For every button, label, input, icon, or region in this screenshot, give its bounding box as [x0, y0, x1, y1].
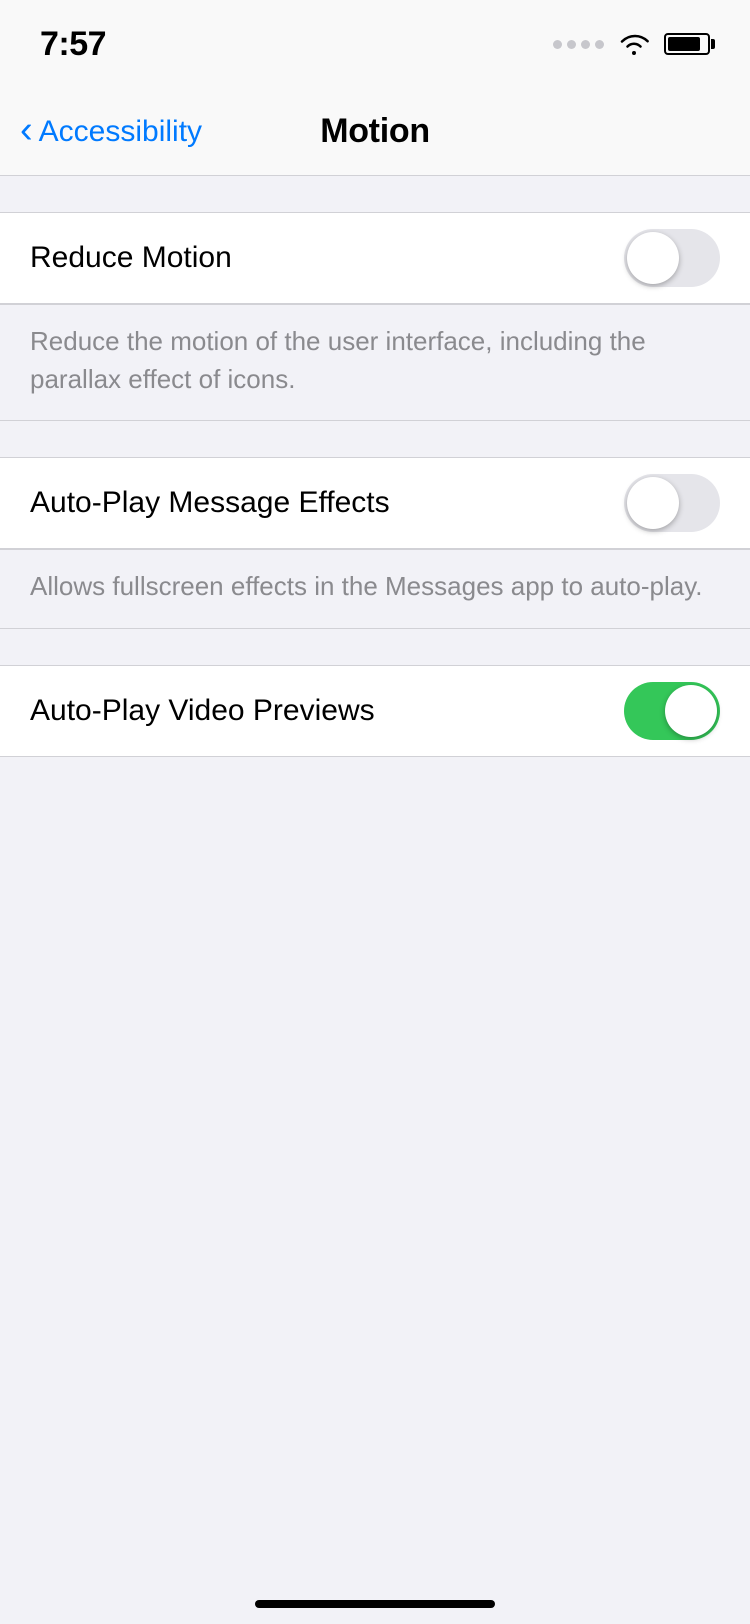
page-content: Reduce Motion Reduce the motion of the u…	[0, 176, 750, 1624]
battery-icon	[664, 33, 710, 55]
status-bar: 7:57	[0, 0, 750, 88]
page-title: Motion	[320, 112, 430, 151]
bottom-background	[0, 757, 750, 1557]
reduce-motion-group: Reduce Motion	[0, 212, 750, 304]
auto-play-video-row: Auto-Play Video Previews	[0, 666, 750, 756]
auto-play-video-group: Auto-Play Video Previews	[0, 665, 750, 757]
signal-icon	[553, 40, 604, 49]
reduce-motion-toggle[interactable]	[624, 229, 720, 287]
auto-play-message-label: Auto-Play Message Effects	[30, 486, 390, 520]
back-button[interactable]: ‹ Accessibility	[20, 114, 202, 149]
wifi-icon	[618, 32, 650, 56]
back-label: Accessibility	[39, 115, 202, 149]
reduce-motion-description-text: Reduce the motion of the user interface,…	[30, 326, 646, 394]
reduce-motion-description: Reduce the motion of the user interface,…	[0, 304, 750, 421]
auto-play-message-description-text: Allows fullscreen effects in the Message…	[30, 571, 703, 601]
section-spacer-1	[0, 176, 750, 212]
status-time: 7:57	[40, 25, 106, 64]
auto-play-video-toggle[interactable]	[624, 682, 720, 740]
reduce-motion-label: Reduce Motion	[30, 241, 232, 275]
section-spacer-3	[0, 629, 750, 665]
auto-play-message-toggle[interactable]	[624, 474, 720, 532]
home-indicator	[255, 1600, 495, 1608]
toggle-knob	[665, 685, 717, 737]
auto-play-video-label: Auto-Play Video Previews	[30, 694, 375, 728]
toggle-knob	[627, 232, 679, 284]
section-spacer-2	[0, 421, 750, 457]
toggle-knob	[627, 477, 679, 529]
nav-bar: ‹ Accessibility Motion	[0, 88, 750, 176]
auto-play-message-group: Auto-Play Message Effects	[0, 457, 750, 549]
auto-play-message-description: Allows fullscreen effects in the Message…	[0, 549, 750, 629]
auto-play-message-row: Auto-Play Message Effects	[0, 458, 750, 548]
back-chevron-icon: ‹	[20, 111, 33, 149]
status-icons	[553, 32, 710, 56]
reduce-motion-row: Reduce Motion	[0, 213, 750, 303]
